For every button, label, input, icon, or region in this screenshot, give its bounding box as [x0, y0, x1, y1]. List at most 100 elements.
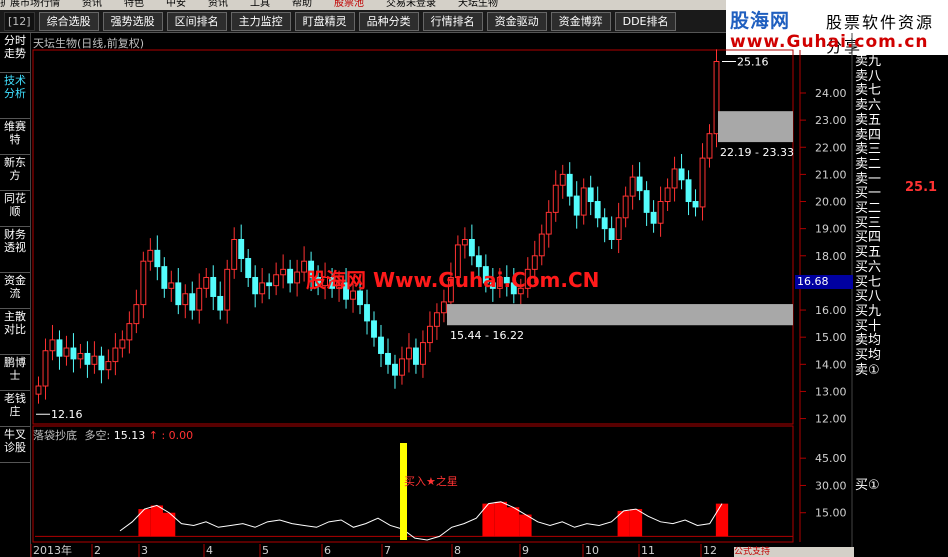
y-tick-label: 22.00 [815, 141, 847, 154]
candle-body [217, 295, 224, 311]
candle-body [552, 184, 559, 213]
y-tick-label: 24.00 [815, 87, 847, 100]
candle-body [545, 211, 552, 235]
candle-body [154, 249, 161, 268]
candle-body [594, 201, 601, 219]
indicator-name: 落袋抄底 [33, 429, 77, 442]
order-book-row: 卖均 [855, 333, 882, 349]
candle-body [175, 282, 182, 306]
order-book-row: 买八 [855, 289, 882, 305]
candle-body [161, 266, 168, 289]
candle-body [440, 301, 447, 314]
candle-body [399, 358, 405, 376]
candle-body [378, 336, 384, 354]
candle-body [238, 239, 245, 259]
current-price-badge: 16.68 [795, 275, 853, 289]
candle-body [629, 176, 636, 197]
candle-body [587, 187, 594, 203]
candle-body [126, 323, 133, 341]
order-book-row: 买七 [855, 274, 882, 290]
support-box-label: 15.44 - 16.22 [450, 329, 524, 342]
candle-body [671, 168, 678, 189]
candle-body [406, 347, 412, 360]
signal-bar [494, 501, 507, 537]
order-book-row: 卖二 [855, 156, 882, 172]
y-tick-label: 16.00 [815, 304, 847, 317]
candle-body [147, 249, 154, 262]
candle-body [371, 320, 377, 338]
indicator-change: : 0.00 [161, 429, 194, 442]
candle-body [56, 339, 63, 357]
indicator-arrow: ↑ [148, 429, 158, 442]
watermark-text: 股海网 Www.Guhai.Com.CN [306, 268, 600, 292]
signal-bar [519, 514, 532, 537]
candle-body [412, 347, 419, 365]
support-box [447, 304, 793, 326]
low-label: 12.16 [51, 408, 83, 421]
order-book-row: 卖六 [855, 98, 882, 114]
candle-body [294, 271, 301, 284]
candle-body [105, 361, 112, 371]
candle-body [35, 385, 42, 395]
candle-body [385, 352, 391, 365]
x-tick-label: 11 [641, 544, 655, 557]
x-tick-label: 10 [585, 544, 599, 557]
candle-body [573, 195, 580, 216]
y-tick-label: 18.00 [815, 250, 847, 263]
candle-body [259, 282, 266, 295]
candle-body [252, 276, 259, 295]
indicator-value: 15.13 [113, 429, 146, 442]
resistance-box [718, 111, 793, 143]
order-book-row: 卖四 [855, 127, 882, 143]
y-tick-label: 12.00 [815, 413, 847, 426]
candle-body [168, 282, 175, 289]
candle-body [685, 179, 692, 203]
order-book-row: 卖三 [855, 142, 882, 158]
candle-body [601, 217, 608, 230]
order-book-row: 买四 [855, 230, 882, 246]
y-tick-label: 23.00 [815, 114, 847, 127]
indicator-label: 多空: [84, 429, 111, 442]
candle-body [84, 352, 91, 365]
y-tick-label: 20.00 [815, 196, 847, 209]
order-book-row: 买均 [855, 348, 882, 363]
candle-body [49, 339, 56, 352]
candle-body [231, 239, 238, 270]
main-panel-frame [32, 49, 794, 425]
y-tick-label: 21.00 [815, 168, 847, 181]
candle-body [91, 355, 98, 365]
x-tick-label: 3 [141, 544, 148, 557]
order-book-row: 卖七 [855, 83, 882, 99]
y-tick-label: 13.00 [815, 385, 847, 398]
signal-bar [150, 505, 163, 537]
candle-body [196, 287, 203, 311]
candle-body [468, 239, 475, 257]
candle-body [636, 176, 643, 192]
order-book-row: 卖八 [855, 68, 882, 84]
candle-body [678, 168, 685, 181]
sub-y-tick-label: 45.00 [815, 452, 847, 465]
candle-body [699, 157, 706, 208]
footer-tab[interactable]: 公式支持 [734, 547, 854, 557]
candle-body [140, 260, 147, 306]
candle-body [392, 363, 398, 376]
candle-body [615, 217, 622, 240]
order-book-row: 买五 [855, 245, 882, 261]
candle-body [189, 293, 196, 311]
order-book-row: 卖一 [855, 171, 882, 187]
candle-body [273, 274, 280, 287]
candle-body [664, 187, 671, 203]
x-tick-label: 5 [262, 544, 269, 557]
candle-body [210, 276, 217, 297]
candle-body [42, 350, 49, 387]
candle-body [182, 293, 189, 306]
candle-body [280, 268, 287, 276]
order-book-price: 25.1 [905, 180, 938, 196]
order-book-row: 卖五 [855, 112, 882, 128]
order-book-row: 买九 [855, 303, 882, 319]
candle-body [266, 282, 273, 287]
candle-body [580, 187, 587, 216]
indicator-header: 落袋抄底 多空: 15.13 ↑ : 0.00 [33, 427, 193, 443]
candle-body [203, 276, 210, 289]
signal-bar [715, 503, 729, 537]
